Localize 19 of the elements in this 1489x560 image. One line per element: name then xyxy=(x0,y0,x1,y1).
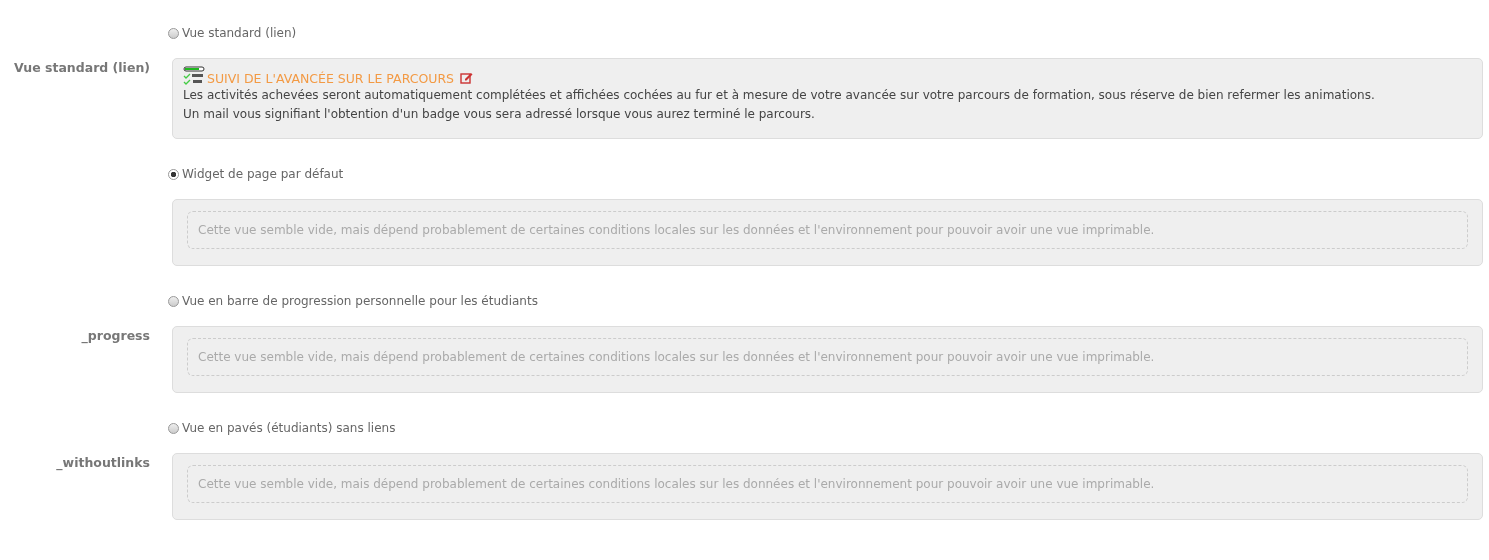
edit-icon[interactable] xyxy=(460,72,474,84)
option-label[interactable]: Vue en barre de progression personnelle pour les étudiants xyxy=(182,294,538,308)
empty-view-message: Cette vue semble vide, mais dépend probablement de certaines conditions locales sur les données et l'environnement pour pouvoir avoir une vue imprimable. xyxy=(187,211,1468,249)
description-text: Un mail vous signifiant l'obtention d'un badge vous sera adressé lorsque vous aurez terminé le parcours. xyxy=(183,106,816,123)
option-label[interactable]: Vue standard (lien) xyxy=(182,26,297,40)
radio-button[interactable] xyxy=(168,422,179,434)
radio-button[interactable] xyxy=(168,295,179,307)
option-label[interactable]: Widget de page par défaut xyxy=(182,167,344,181)
progress-checklist-icon xyxy=(183,66,205,86)
description-text: Les activités achevées seront automatiquement complétées et affichées cochées au fur et à mesure de votre avancée sur votre parcours de formation, sous réserve de bien refermer les animations. xyxy=(183,87,1376,104)
option-label[interactable]: Vue en pavés (étudiants) sans liens xyxy=(182,421,396,435)
view-label: _withoutlinks xyxy=(55,454,150,473)
empty-view-message: Cette vue semble vide, mais dépend probablement de certaines conditions locales sur les données et l'environnement pour pouvoir avoir une vue imprimable. xyxy=(187,465,1468,503)
radio-button[interactable] xyxy=(168,168,179,180)
radio-button[interactable] xyxy=(168,27,179,39)
section-title: SUIVI DE L'AVANCÉE SUR LE PARCOURS xyxy=(207,71,455,86)
view-label: _progress xyxy=(80,327,150,346)
view-label: Vue standard (lien) xyxy=(13,59,150,77)
empty-view-message: Cette vue semble vide, mais dépend probablement de certaines conditions locales sur les données et l'environnement pour pouvoir avoir une vue imprimable. xyxy=(187,338,1468,376)
